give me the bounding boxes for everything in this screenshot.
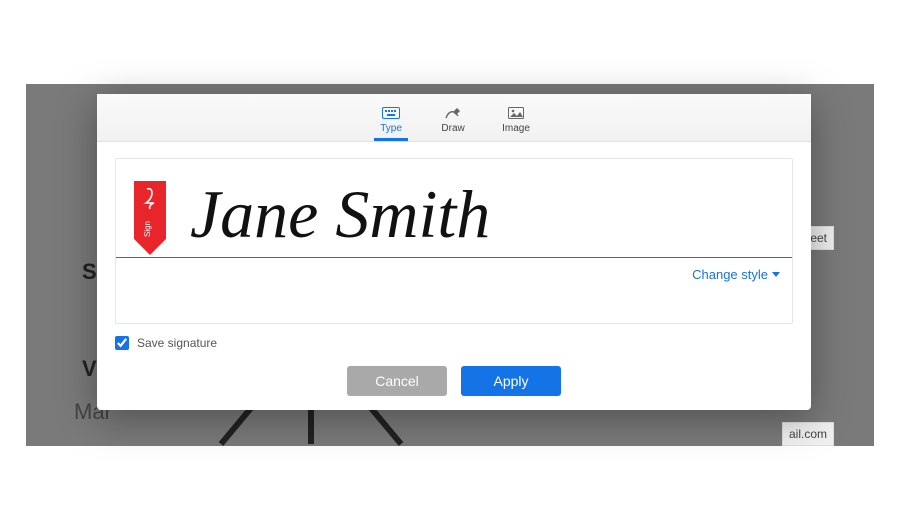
- bg-field-email: ail.com: [782, 422, 834, 446]
- cancel-button[interactable]: Cancel: [347, 366, 447, 396]
- change-style-label: Change style: [692, 267, 768, 282]
- signature-tab-bar: Type Draw Image: [97, 94, 811, 142]
- tab-label-type: Type: [380, 123, 402, 134]
- signature-modal: Type Draw Image: [97, 94, 811, 410]
- tab-type[interactable]: Type: [374, 102, 408, 134]
- sign-here-flag-icon: Sign: [134, 181, 166, 257]
- save-signature-label: Save signature: [137, 336, 217, 350]
- signature-canvas[interactable]: Sign Jane Smith Change style: [115, 158, 793, 324]
- change-style-link[interactable]: Change style: [692, 267, 780, 282]
- signature-typed-text: Jane Smith: [190, 175, 490, 254]
- signature-baseline: [116, 257, 792, 258]
- modal-button-row: Cancel Apply: [97, 366, 811, 396]
- tab-label-image: Image: [502, 123, 530, 134]
- save-signature-checkbox[interactable]: [115, 336, 129, 350]
- pen-draw-icon: [444, 106, 462, 120]
- chevron-down-icon: [772, 272, 780, 277]
- save-signature-row[interactable]: Save signature: [115, 336, 811, 350]
- tab-label-draw: Draw: [441, 123, 464, 134]
- apply-button[interactable]: Apply: [461, 366, 561, 396]
- tab-draw[interactable]: Draw: [436, 102, 470, 134]
- tab-image[interactable]: Image: [498, 102, 534, 134]
- svg-text:Sign: Sign: [143, 221, 152, 237]
- keyboard-icon: [382, 106, 400, 120]
- image-icon: [507, 106, 525, 120]
